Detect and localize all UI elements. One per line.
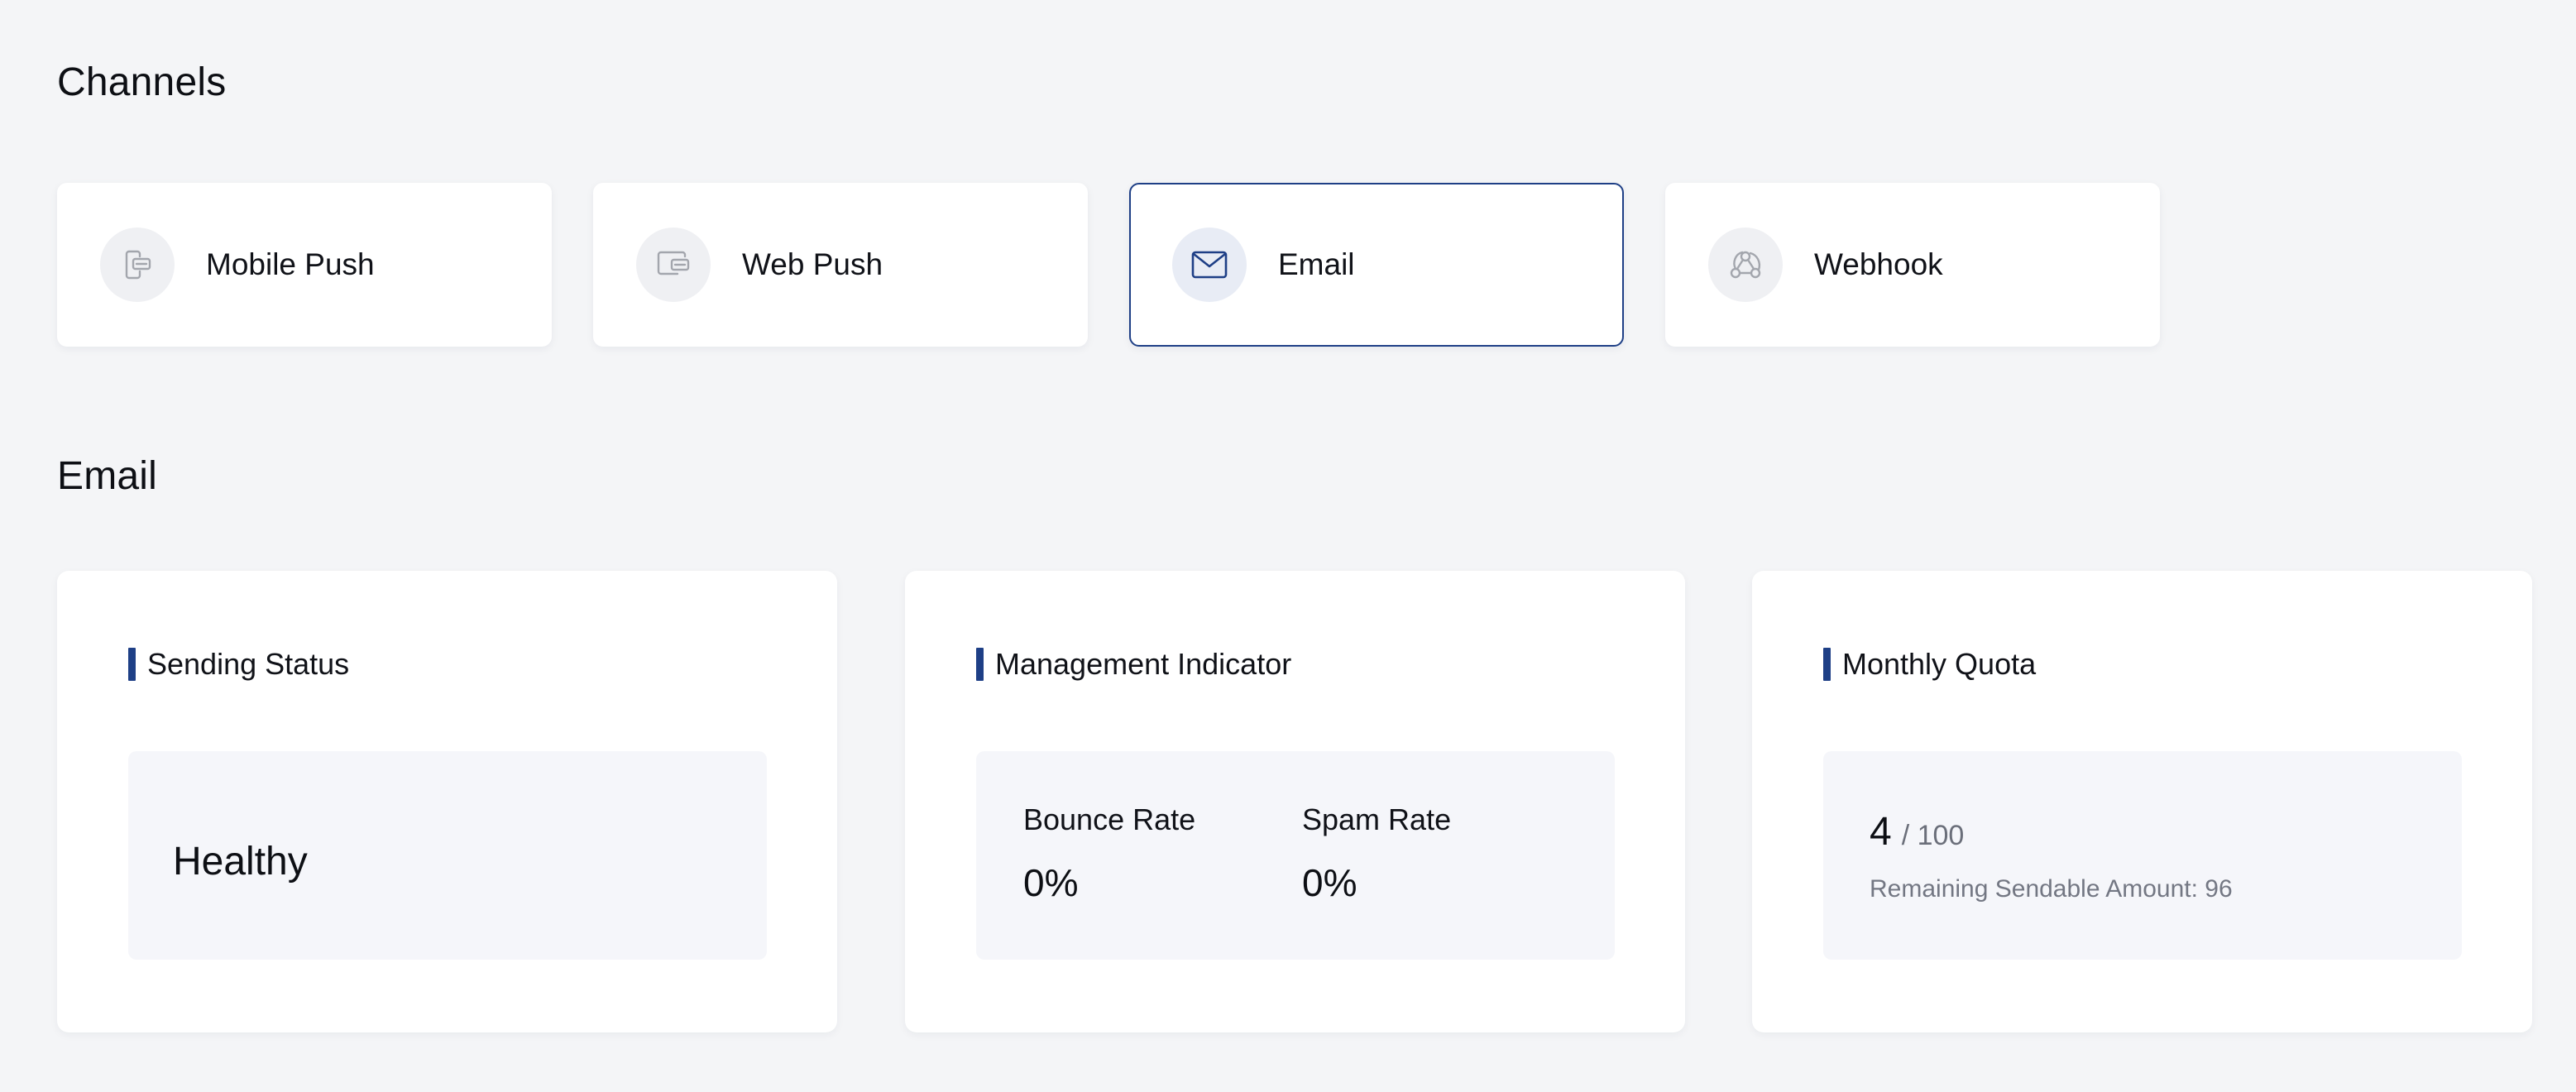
channels-page: Channels Mobile Push Web Push Email Webh…: [0, 0, 2576, 1092]
channel-label-mobile-push: Mobile Push: [206, 247, 375, 281]
channel-label-email: Email: [1278, 247, 1355, 281]
channel-label-webhook: Webhook: [1814, 247, 1943, 281]
quota-usage: 4 / 100: [1870, 809, 1964, 855]
management-indicator-panel: Bounce Rate 0% Spam Rate 0%: [976, 751, 1615, 960]
mail-icon: [1172, 228, 1247, 302]
sending-status-card: Sending Status Healthy: [57, 571, 837, 1032]
management-indicator-header: Management Indicator: [976, 647, 1291, 682]
bounce-rate-metric: Bounce Rate 0%: [1023, 802, 1195, 905]
spam-rate-label: Spam Rate: [1302, 802, 1452, 836]
accent-bar: [1823, 648, 1831, 681]
sending-status-panel: Healthy: [128, 751, 767, 960]
spam-rate-metric: Spam Rate 0%: [1302, 802, 1451, 905]
channels-heading: Channels: [57, 60, 227, 104]
channel-card-email[interactable]: Email: [1129, 183, 1624, 347]
channel-card-mobile-push[interactable]: Mobile Push: [57, 183, 552, 347]
email-section-heading: Email: [57, 454, 158, 498]
management-indicator-title: Management Indicator: [995, 647, 1292, 681]
bounce-rate-label: Bounce Rate: [1023, 802, 1196, 836]
sending-status-title: Sending Status: [147, 647, 350, 681]
monthly-quota-title: Monthly Quota: [1842, 647, 2037, 681]
management-indicator-card: Management Indicator Bounce Rate 0% Spam…: [905, 571, 1685, 1032]
channel-label-web-push: Web Push: [742, 247, 883, 281]
quota-total-value: / 100: [1901, 820, 1965, 851]
webhook-icon: [1708, 228, 1783, 302]
quota-used-value: 4: [1870, 810, 1892, 854]
monthly-quota-card: Monthly Quota 4 / 100 Remaining Sendable…: [1752, 571, 2532, 1032]
spam-rate-value: 0%: [1302, 861, 1357, 904]
sending-status-header: Sending Status: [128, 647, 349, 682]
quota-remaining-text: Remaining Sendable Amount: 96: [1870, 875, 2233, 903]
sending-status-value: Healthy: [173, 840, 308, 884]
web-push-icon: [636, 228, 711, 302]
channel-card-web-push[interactable]: Web Push: [593, 183, 1088, 347]
accent-bar: [976, 648, 984, 681]
monthly-quota-panel: 4 / 100 Remaining Sendable Amount: 96: [1823, 751, 2462, 960]
monthly-quota-header: Monthly Quota: [1823, 647, 2036, 682]
mobile-push-icon: [100, 228, 175, 302]
bounce-rate-value: 0%: [1023, 861, 1079, 904]
channel-card-webhook[interactable]: Webhook: [1665, 183, 2160, 347]
accent-bar: [128, 648, 136, 681]
